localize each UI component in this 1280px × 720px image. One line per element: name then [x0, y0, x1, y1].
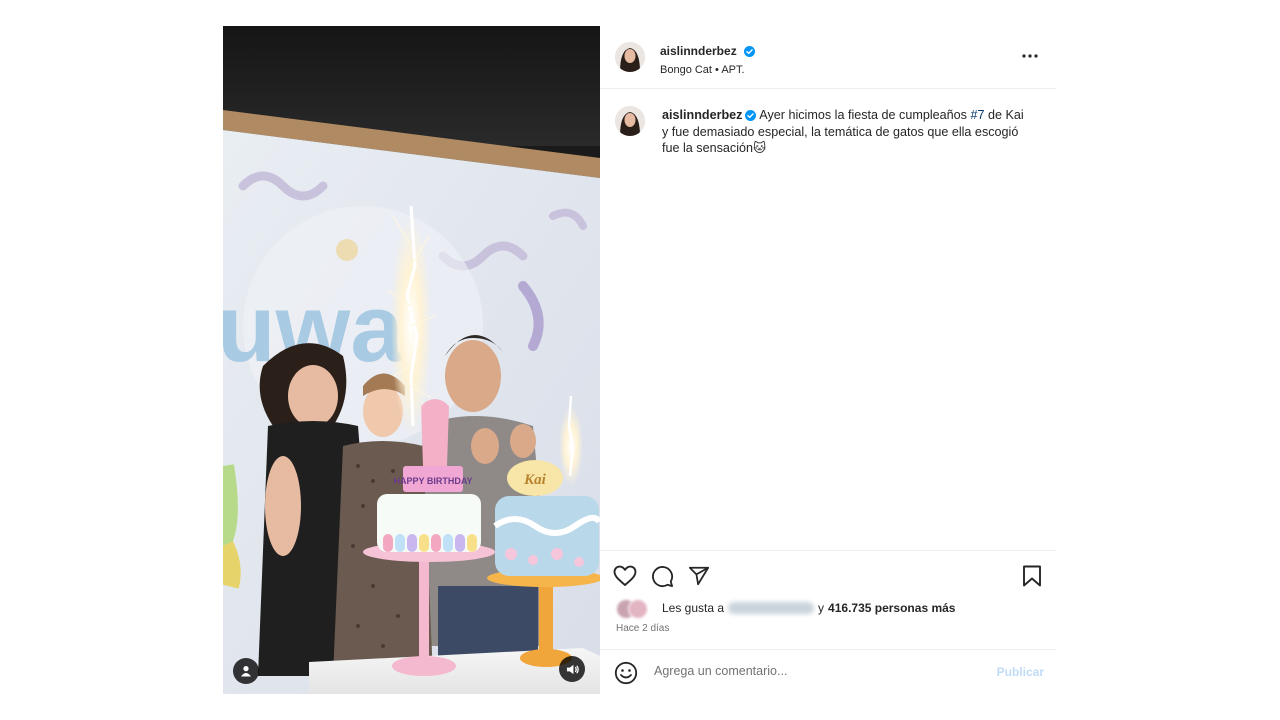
video-frame: uwa HAPPY BIRTHDAY Kai	[223, 26, 600, 694]
avatar[interactable]	[615, 42, 645, 72]
liker-avatars	[616, 599, 662, 619]
share-button[interactable]	[686, 563, 712, 589]
post-video[interactable]: uwa HAPPY BIRTHDAY Kai	[223, 26, 600, 694]
author-info: aislinnderbez Bongo Cat • APT.	[660, 42, 756, 76]
comment-button[interactable]	[649, 563, 675, 589]
cake-topper: HAPPY BIRTHDAY	[393, 476, 472, 486]
tagged-users-button[interactable]	[233, 658, 259, 684]
cat-emoji: 🐱	[753, 141, 767, 155]
comment-input[interactable]	[652, 663, 976, 679]
save-button[interactable]	[1019, 563, 1045, 589]
likes-conjunction: y	[818, 601, 825, 615]
more-options-icon	[1022, 54, 1038, 58]
likes-count[interactable]: 416.735 personas más	[828, 601, 955, 615]
share-icon	[688, 566, 710, 586]
post-caption: aislinnderbez Ayer hicimos la fiesta de …	[662, 107, 1032, 157]
likes-prefix: Les gusta a	[662, 601, 725, 615]
comment-bar: Publicar	[600, 649, 1056, 695]
comment-icon	[651, 565, 673, 587]
verified-icon	[745, 110, 757, 121]
caption-hashtag[interactable]: #7	[970, 108, 984, 122]
liker-avatar	[628, 599, 648, 619]
post-modal: uwa HAPPY BIRTHDAY Kai aislinnderbez Bon…	[223, 26, 1056, 694]
heart-icon	[613, 565, 637, 586]
bookmark-icon	[1023, 565, 1041, 587]
volume-icon	[566, 664, 579, 674]
verified-icon	[744, 46, 756, 57]
caption-text-start: Ayer hicimos la fiesta de cumpleaños	[759, 108, 971, 122]
caption-avatar[interactable]	[615, 106, 645, 136]
more-options-button[interactable]	[1018, 48, 1042, 64]
post-timestamp[interactable]: Hace 2 días	[616, 623, 669, 634]
liker-username-redacted[interactable]	[728, 602, 815, 614]
post-side-panel: aislinnderbez Bongo Cat • APT. aislinnde…	[600, 26, 1056, 694]
audio-toggle-button[interactable]	[559, 656, 585, 682]
emoji-button[interactable]	[613, 660, 639, 686]
post-header: aislinnderbez Bongo Cat • APT.	[600, 26, 1056, 89]
author-username[interactable]: aislinnderbez	[660, 44, 737, 58]
emoji-icon	[614, 661, 638, 685]
user-tag-icon	[241, 666, 251, 677]
caption-username[interactable]: aislinnderbez	[662, 108, 742, 122]
publish-button[interactable]: Publicar	[997, 665, 1044, 679]
like-button[interactable]	[612, 563, 638, 589]
audio-label[interactable]: Bongo Cat • APT.	[660, 64, 755, 76]
cake-name-topper: Kai	[523, 472, 547, 488]
likes-summary: Les gusta a y 416.735 personas más	[616, 599, 955, 619]
